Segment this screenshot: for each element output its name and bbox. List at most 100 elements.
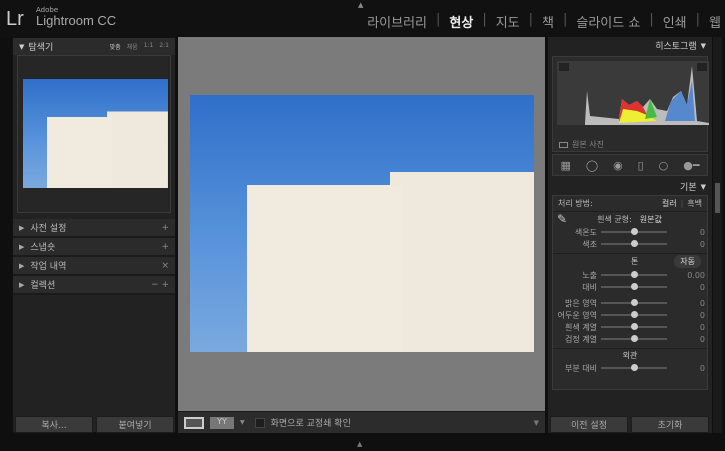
slider-value[interactable]: 0	[667, 283, 705, 292]
slider-handle[interactable]	[631, 311, 638, 318]
slider-track[interactable]	[601, 299, 667, 306]
red-eye-icon[interactable]: ◉	[613, 159, 623, 172]
tone-title: 톤	[631, 257, 639, 266]
slider-row: 색온도 0	[553, 226, 707, 238]
section-collections[interactable]: ▶ 컬렉션 − +	[13, 276, 175, 295]
treatment-label: 처리 방법:	[558, 199, 593, 208]
slider-handle[interactable]	[631, 240, 638, 247]
add-preset-button[interactable]: +	[161, 223, 169, 233]
white-balance-select[interactable]: 원본값	[640, 214, 662, 225]
slider-handle[interactable]	[631, 323, 638, 330]
spot-removal-icon[interactable]: ◯	[586, 159, 598, 172]
slider-handle[interactable]	[631, 364, 638, 371]
auto-tone-button[interactable]: 자동	[674, 255, 701, 268]
slider-track[interactable]	[601, 228, 667, 235]
navigator-title: 탐색기	[28, 43, 54, 53]
histogram-chart	[557, 61, 709, 125]
slider-track[interactable]	[601, 323, 667, 330]
slider-handle[interactable]	[631, 283, 638, 290]
filmstrip-toggle-icon[interactable]: ▲	[357, 440, 362, 448]
slider-row: 흰색 계열 0	[553, 321, 707, 333]
slider-row: 색조 0	[553, 238, 707, 250]
add-snapshot-button[interactable]: +	[161, 242, 169, 252]
slider-track[interactable]	[601, 311, 667, 318]
clear-history-button[interactable]: ×	[161, 261, 169, 271]
treatment-bw[interactable]: 흑백	[687, 198, 702, 209]
reset-button[interactable]: 초기화	[631, 416, 709, 433]
softproof-checkbox[interactable]	[254, 417, 265, 428]
slider-label: 어두운 영역	[557, 310, 597, 320]
zoom-1-1[interactable]: 1:1	[144, 42, 154, 51]
zoom-fit[interactable]: 맞춤	[110, 42, 121, 51]
zoom-fill[interactable]: 채움	[127, 42, 138, 51]
slider-value[interactable]: 0	[667, 323, 705, 332]
original-photo-checkbox[interactable]	[559, 141, 568, 148]
slider-handle[interactable]	[631, 228, 638, 235]
slider-row: 대비 0	[553, 281, 707, 293]
slider-value[interactable]: 0	[667, 311, 705, 320]
slider-value[interactable]: 0	[667, 335, 705, 344]
module-book[interactable]: 책	[542, 12, 554, 31]
slider-row: 검정 계열 0	[553, 333, 707, 345]
module-develop[interactable]: 현상	[449, 12, 473, 31]
slider-track[interactable]	[601, 240, 667, 247]
slider-value[interactable]: 0	[667, 299, 705, 308]
slider-handle[interactable]	[631, 299, 638, 306]
section-snapshots[interactable]: ▶ 스냅숏 +	[13, 238, 175, 257]
lightroom-logo: Lr	[6, 8, 24, 30]
adjustment-brush-icon[interactable]: ●━	[683, 159, 699, 172]
before-after-icon[interactable]: YY	[210, 416, 234, 429]
softproof-label: 화면으로 교정쇄 확인	[270, 419, 351, 429]
right-panel: 히스토그램 ▼ 원본 사진 ▦ ◯ ◉ ▯ ○ ●━ 기본 ▼ 처리 방법: 컬러 …	[548, 37, 712, 433]
white-balance-label: 흰색 균형:	[597, 214, 632, 224]
snapshots-label: 스냅숏	[30, 243, 56, 253]
slider-track[interactable]	[601, 335, 667, 342]
slider-value[interactable]: 0	[667, 240, 705, 249]
module-library[interactable]: 라이브러리	[367, 12, 427, 31]
slider-handle[interactable]	[631, 271, 638, 278]
histogram-header[interactable]: 히스토그램 ▼	[548, 37, 712, 54]
graduated-filter-icon[interactable]: ▯	[638, 159, 644, 172]
basic-header[interactable]: 기본 ▼	[548, 178, 712, 195]
paste-button[interactable]: 붙여넣기	[96, 416, 174, 433]
treatment-color[interactable]: 컬러	[662, 198, 677, 209]
slider-track[interactable]	[601, 364, 667, 371]
right-panel-scrollbar[interactable]	[713, 37, 722, 433]
view-dropdown-icon[interactable]: ▼	[240, 419, 245, 426]
collection-actions[interactable]: − +	[151, 280, 169, 290]
slider-track[interactable]	[601, 271, 667, 278]
white-balance-eyedropper-icon[interactable]: ✎	[557, 212, 567, 226]
navigator-thumbnail	[23, 79, 168, 188]
slider-label: 노출	[582, 270, 597, 280]
presence-title: 외관	[553, 348, 707, 362]
tool-strip: ▦ ◯ ◉ ▯ ○ ●━	[552, 154, 708, 176]
collections-label: 컬렉션	[30, 281, 56, 291]
navigator-header[interactable]: ▼ 탐색기 맞춤 채움 1:1 2:1	[13, 38, 175, 55]
slider-handle[interactable]	[631, 335, 638, 342]
crop-overlay-icon[interactable]: ▦	[560, 159, 570, 172]
module-print[interactable]: 인쇄	[663, 12, 687, 31]
module-web[interactable]: 웹	[709, 12, 721, 31]
module-picker: 라이브러리 | 현상 | 지도 | 책 | 슬라이드 쇼 | 인쇄 | 웹	[367, 12, 721, 31]
slider-row: 밝은 영역 0	[553, 297, 707, 309]
loupe-view-icon[interactable]	[184, 416, 204, 429]
image-canvas[interactable]	[178, 37, 545, 411]
module-slideshow[interactable]: 슬라이드 쇼	[576, 12, 640, 31]
navigator-preview[interactable]	[17, 55, 171, 213]
previous-settings-button[interactable]: 이전 설정	[550, 416, 628, 433]
zoom-2-1[interactable]: 2:1	[159, 42, 169, 51]
slider-value[interactable]: 0	[667, 364, 705, 373]
slider-label: 검정 계열	[565, 334, 597, 344]
slider-track[interactable]	[601, 283, 667, 290]
slider-label: 밝은 영역	[565, 298, 597, 308]
copy-button[interactable]: 복사...	[15, 416, 93, 433]
collapse-top-arrow-icon[interactable]: ▲	[358, 1, 363, 9]
slider-row: 노출 0.00	[553, 269, 707, 281]
slider-value[interactable]: 0	[667, 228, 705, 237]
slider-value[interactable]: 0.00	[667, 271, 705, 280]
section-history[interactable]: ▶ 작업 내역 ×	[13, 257, 175, 276]
section-presets[interactable]: ▶ 사전 설정 +	[13, 219, 175, 238]
toolbar-menu-icon[interactable]: ▼	[534, 419, 539, 427]
radial-filter-icon[interactable]: ○	[659, 159, 669, 172]
module-map[interactable]: 지도	[496, 12, 520, 31]
